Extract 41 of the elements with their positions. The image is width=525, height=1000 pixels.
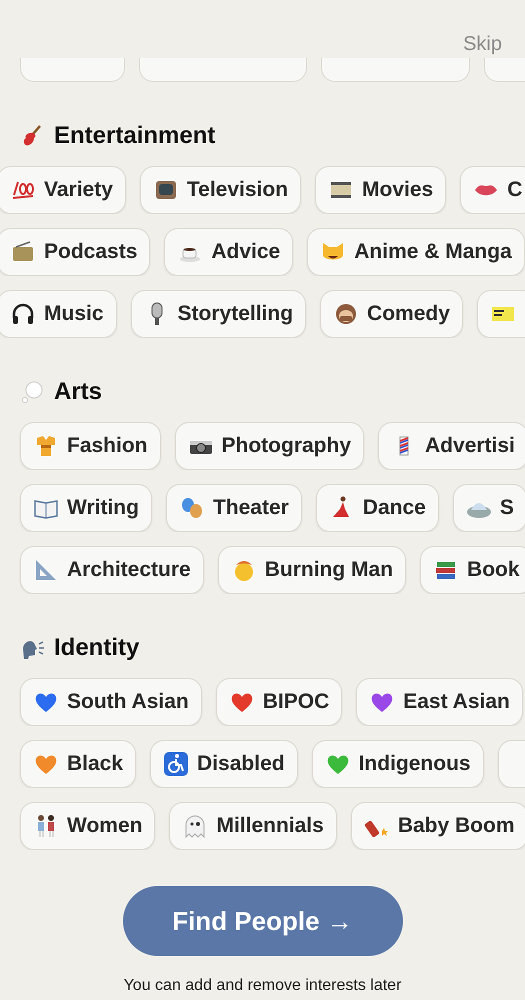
interest-chip[interactable] bbox=[321, 58, 470, 82]
interest-chip[interactable]: C bbox=[460, 166, 525, 214]
interest-chip[interactable]: Writing bbox=[20, 484, 152, 532]
interest-chip[interactable]: Women bbox=[20, 802, 156, 850]
interest-chip[interactable]: Black bbox=[20, 740, 136, 788]
interest-chip[interactable]: Architecture bbox=[20, 546, 204, 594]
interest-chip[interactable]: Music bbox=[0, 290, 117, 338]
interest-chip[interactable]: BIPOC bbox=[216, 678, 342, 726]
interest-chip[interactable]: Book bbox=[420, 546, 525, 594]
interest-chip[interactable]: Disabled bbox=[150, 740, 298, 788]
interest-chip[interactable]: Photography bbox=[174, 422, 364, 470]
interest-chip[interactable]: Storytelling bbox=[130, 290, 306, 338]
triangle-ruler-icon bbox=[33, 557, 59, 583]
find-people-button[interactable]: Find People → bbox=[122, 886, 402, 956]
interest-chip[interactable]: Millennials bbox=[169, 802, 337, 850]
section-heading: Arts bbox=[54, 377, 102, 407]
section-heading: Identity bbox=[54, 633, 140, 663]
interest-chip[interactable]: South Asian bbox=[20, 678, 202, 726]
interest-chip[interactable]: Advertisi bbox=[378, 422, 525, 470]
interest-chip[interactable]: S bbox=[452, 484, 525, 532]
interest-chip[interactable] bbox=[20, 58, 125, 82]
section-heading: Entertainment bbox=[54, 121, 216, 151]
interest-chip[interactable]: Burning Man bbox=[218, 546, 406, 594]
interest-chip[interactable]: Podcasts bbox=[0, 228, 150, 276]
interest-chip[interactable]: Theater bbox=[166, 484, 302, 532]
interest-chip[interactable] bbox=[476, 290, 525, 338]
interest-chip[interactable]: Anime & Manga bbox=[307, 228, 525, 276]
interest-chip[interactable]: Indigenous bbox=[312, 740, 484, 788]
interest-chip[interactable]: Variety bbox=[0, 166, 126, 214]
interest-chip[interactable]: Television bbox=[140, 166, 302, 214]
interest-chip[interactable] bbox=[139, 58, 307, 82]
interest-chip[interactable]: Movies bbox=[315, 166, 446, 214]
interest-chip[interactable]: Baby Boom bbox=[350, 802, 525, 850]
interest-chip[interactable]: East Asian bbox=[356, 678, 523, 726]
headphones-icon bbox=[10, 301, 36, 327]
interest-chip[interactable]: Dance bbox=[316, 484, 439, 532]
wheelchair-icon bbox=[163, 751, 190, 777]
footer-note: You can add and remove interests later bbox=[122, 976, 402, 996]
interest-chip[interactable]: Comedy bbox=[320, 290, 463, 338]
interest-chip[interactable]: Fashion bbox=[20, 422, 161, 470]
interest-chip[interactable]: Advice bbox=[164, 228, 294, 276]
